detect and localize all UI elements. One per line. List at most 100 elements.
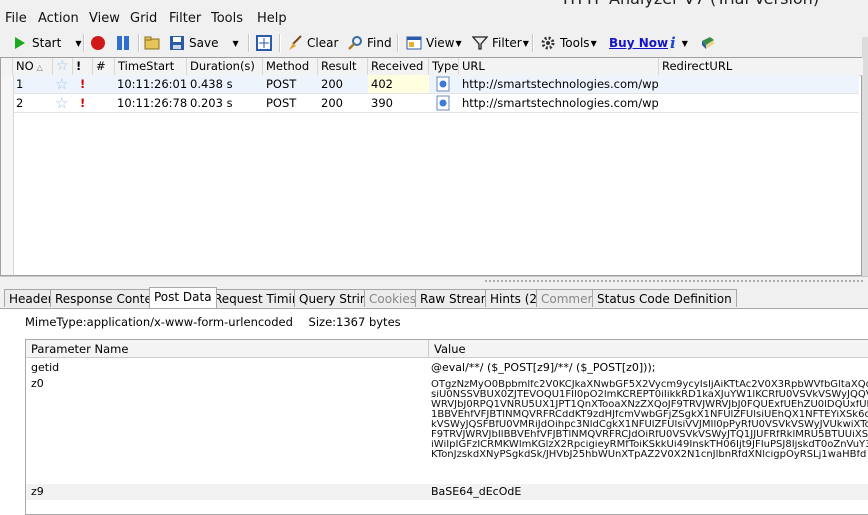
play-icon xyxy=(15,37,25,49)
toolbar-separator xyxy=(532,34,534,52)
star-outline-icon[interactable]: ☆ xyxy=(55,94,73,112)
tab-cookies[interactable]: Cookies xyxy=(364,289,421,307)
splitter-grip[interactable] xyxy=(484,279,864,284)
info-icon: i xyxy=(670,34,676,52)
row-result: 200 xyxy=(321,96,343,110)
chevron-down-icon: ▼ xyxy=(522,38,529,48)
view-button[interactable]: View ▼ xyxy=(406,33,462,53)
row-duration: 0.203 s xyxy=(190,96,233,110)
param-name[interactable]: getid xyxy=(26,360,429,376)
find-button[interactable]: Find xyxy=(347,33,392,53)
row-timestart: 10:11:26:015 xyxy=(117,77,187,91)
column-header-parameter-name[interactable]: Parameter Name xyxy=(26,340,429,358)
open-button[interactable] xyxy=(144,33,164,53)
param-value[interactable]: @eval/**/ ($_POST[z9]/**/ ($_POST[z0])); xyxy=(429,360,868,376)
column-header-result[interactable]: Result xyxy=(318,58,368,75)
capture-button[interactable] xyxy=(256,33,276,53)
toolbar-separator xyxy=(397,34,399,52)
value-line: KTonJzskdXNyPSgkdSk/JHVbJ25hbWUnXTpAZ2V0… xyxy=(431,450,867,460)
tools-gear-icon xyxy=(541,36,555,50)
floppy-disk-icon xyxy=(170,36,184,50)
funnel-icon xyxy=(472,36,488,50)
stop-button[interactable] xyxy=(90,33,110,53)
column-header-no[interactable]: NO △ xyxy=(13,58,53,75)
view-window-icon xyxy=(406,36,422,50)
column-header-received[interactable]: Received xyxy=(368,58,429,75)
save-button[interactable]: Save ▼ xyxy=(169,33,239,53)
value-line: iWiIpIGFzICRMKWlmKGlzX2RpcigieyRMfToiKSk… xyxy=(431,440,868,450)
parameter-table: Parameter Name Value getid @eval/**/ ($_… xyxy=(25,339,868,515)
session-grid: NO △ ☆ ! # TimeStart Duration(s) Method R… xyxy=(0,57,863,276)
column-header-value[interactable]: Value xyxy=(429,340,868,358)
column-header-duration[interactable]: Duration(s) xyxy=(187,58,263,75)
column-header-timestart[interactable]: TimeStart xyxy=(115,58,187,75)
value-line: WRVJbJ0RPQ1VNRU5UX1JPT1QnXTooaXNzZXQoJF9… xyxy=(431,400,868,410)
chevron-down-icon[interactable]: ▼ xyxy=(232,39,238,48)
clear-button[interactable]: Clear xyxy=(287,33,338,53)
chevron-down-icon: ▼ xyxy=(455,38,462,48)
row-received: 402 xyxy=(368,75,429,93)
toolbar-separator xyxy=(83,34,85,52)
toolbar: Start ▼ Save ▼ Clear Find View ▼ Filter … xyxy=(0,30,868,55)
chevron-down-icon: ▼ xyxy=(681,38,688,48)
table-row[interactable]: ▷ 1 ☆ ! 10:11:26:015 0.438 s POST 200 40… xyxy=(1,75,859,94)
value-line: kVSWyJQSFBfU0VMRiJdOihpc3NldCgkX1NFUlZFU… xyxy=(431,420,868,430)
param-value[interactable]: BaSE64_dEcOdE xyxy=(429,484,868,500)
menu-view[interactable]: View xyxy=(89,11,120,26)
record-icon xyxy=(91,36,105,50)
row-received: 390 xyxy=(371,96,393,110)
mime-type: MimeType:application/x-www-form-urlencod… xyxy=(25,315,293,329)
table-row[interactable]: 2 ☆ ! 10:11:26:781 0.203 s POST 200 390 … xyxy=(1,94,859,113)
help-book-button[interactable] xyxy=(700,33,720,53)
chevron-down-icon[interactable]: ▼ xyxy=(75,39,81,48)
value-line: 1BBVEhfVFJBTlNMQVRFRCddKT9zdHJfcmVwbGFjZ… xyxy=(431,410,868,420)
exclamation-icon: ! xyxy=(76,59,82,73)
menu-help[interactable]: Help xyxy=(257,11,287,26)
mime-info: MimeType:application/x-www-form-urlencod… xyxy=(25,315,401,329)
column-header-star[interactable]: ☆ xyxy=(53,58,73,75)
column-header-redirecturl[interactable]: RedirectURL xyxy=(659,58,863,75)
menu-action[interactable]: Action xyxy=(38,11,79,26)
param-name[interactable]: z0 xyxy=(26,377,429,391)
tab-status-code-definition[interactable]: Status Code Definition xyxy=(592,289,737,307)
chevron-down-icon: ▼ xyxy=(590,38,597,48)
tools-button[interactable]: Tools ▼ xyxy=(540,33,597,53)
row-no: 1 xyxy=(16,77,24,91)
param-name[interactable]: z9 xyxy=(26,484,429,500)
tab-post-data[interactable]: Post Data xyxy=(149,287,217,308)
grid-header: NO △ ☆ ! # TimeStart Duration(s) Method R… xyxy=(1,58,863,76)
toolbar-separator xyxy=(138,34,140,52)
post-data-pane: MimeType:application/x-www-form-urlencod… xyxy=(0,308,868,515)
row-result: 200 xyxy=(321,77,343,91)
column-header-hash[interactable]: # xyxy=(93,58,115,75)
broom-icon xyxy=(289,35,302,50)
star-outline-icon[interactable]: ☆ xyxy=(55,75,73,93)
warning-exclamation-icon: ! xyxy=(80,96,86,110)
pause-button[interactable] xyxy=(115,33,135,53)
column-header-method[interactable]: Method xyxy=(263,58,318,75)
toolbar-separator xyxy=(248,34,250,52)
document-type-icon xyxy=(435,94,453,112)
param-value[interactable]: OTgzNzMyO0Bpbmlfc2V0KCJkaXNwbGF5X2Vycm9y… xyxy=(429,380,868,480)
column-header-type[interactable]: Type xyxy=(429,58,459,75)
filter-button[interactable]: Filter ▼ xyxy=(472,33,529,53)
menu-tools[interactable]: Tools xyxy=(211,11,243,26)
content-size: Size:1367 bytes xyxy=(308,315,401,329)
crosshair-window-icon xyxy=(256,35,272,51)
value-line: siU0NSSVBUX0ZJTEVOQU1FIl0pO2lmKCREPT0iIi… xyxy=(431,390,868,400)
menu-filter[interactable]: Filter xyxy=(169,11,201,26)
info-button[interactable]: i ▼ xyxy=(670,33,688,53)
folder-icon xyxy=(144,36,160,50)
column-header-flag[interactable]: ! xyxy=(73,58,93,75)
toolbar-separator xyxy=(279,34,281,52)
buy-now-link[interactable]: Buy Now xyxy=(609,33,668,53)
row-method: POST xyxy=(266,96,297,110)
sort-ascending-icon: △ xyxy=(36,63,43,72)
column-header-url[interactable]: URL xyxy=(459,58,659,75)
magnifier-icon xyxy=(348,36,362,50)
pause-icon xyxy=(117,36,129,50)
menu-grid[interactable]: Grid xyxy=(130,11,157,26)
grid-header-selector xyxy=(1,58,13,75)
start-button[interactable]: Start ▼ xyxy=(12,33,81,53)
menu-file[interactable]: File xyxy=(5,11,27,26)
